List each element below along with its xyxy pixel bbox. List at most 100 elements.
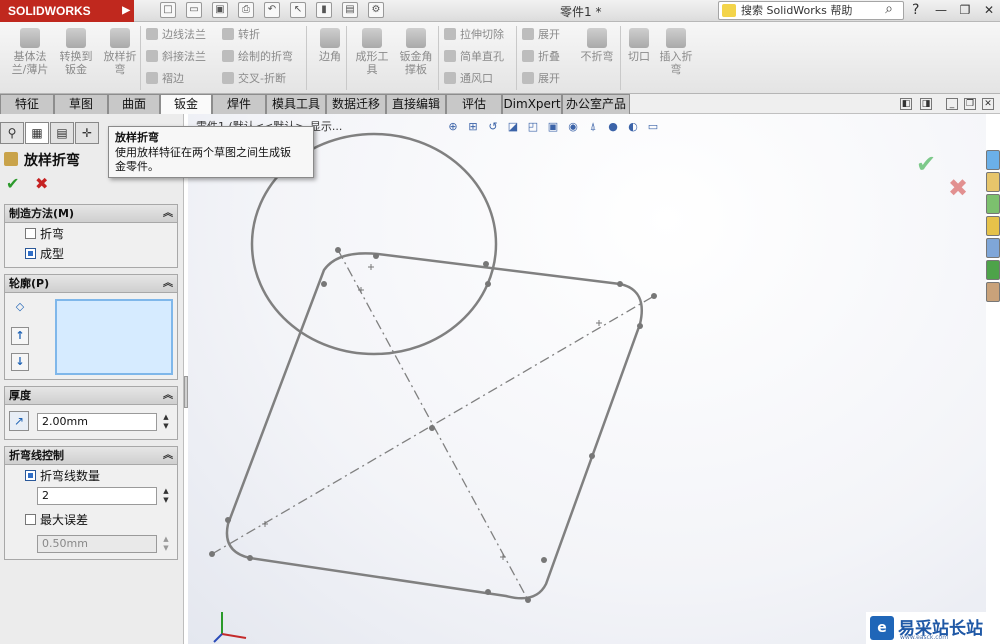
max-deviation-input[interactable]: 0.50mm xyxy=(37,535,157,553)
sketch-point[interactable] xyxy=(209,551,215,557)
tab-evaluate[interactable]: 评估 xyxy=(446,94,502,114)
fold-button[interactable]: 折叠 xyxy=(522,50,560,64)
save-icon[interactable]: ▣ xyxy=(212,2,228,18)
tab-mold-tools[interactable]: 模具工具 xyxy=(266,94,326,114)
rounded-square-profile[interactable] xyxy=(225,252,643,600)
corners-button[interactable]: 边角 xyxy=(312,28,348,63)
sketched-bend-button[interactable]: 绘制的折弯 xyxy=(222,50,293,64)
sketch-point[interactable] xyxy=(617,281,623,287)
tab-sheet-metal[interactable]: 钣金 xyxy=(160,94,212,114)
help-icon[interactable]: ? xyxy=(912,2,919,18)
option-bend-radio[interactable]: 折弯 xyxy=(25,227,64,241)
simple-hole-button[interactable]: 简单直孔 xyxy=(444,50,504,64)
rip-button[interactable]: 切口 xyxy=(624,28,654,63)
sketch-point[interactable] xyxy=(485,281,491,287)
convert-to-sheet-metal-button[interactable]: 转换到 钣金 xyxy=(54,28,98,76)
sketch-point[interactable] xyxy=(373,253,379,259)
bend-line-count-spinner-icon[interactable]: ▲ ▼ xyxy=(161,487,171,505)
tab-weldments[interactable]: 焊件 xyxy=(212,94,266,114)
resources-icon[interactable] xyxy=(986,150,1000,170)
logo-menu-arrow-icon[interactable]: ▶ xyxy=(122,0,130,22)
cancel-x-icon[interactable]: ✖ xyxy=(35,174,48,193)
design-library-icon[interactable] xyxy=(986,172,1000,192)
move-down-button[interactable]: ↓ xyxy=(11,353,29,371)
max-deviation-spinner-icon[interactable]: ▲ ▼ xyxy=(161,535,171,553)
sketch-point[interactable] xyxy=(637,323,643,329)
tab-office-products[interactable]: 办公室产品 xyxy=(562,94,630,114)
graphics-area[interactable]: 零件1 (默认<<默认>_显示... ⊕ ⊞ ↺ ◪ ◰ ▣ ◉ ⍋ ● ◐ ▭ xyxy=(188,114,986,644)
rebuild-icon[interactable]: ▮ xyxy=(316,2,332,18)
restore-icon[interactable]: ❐ xyxy=(956,2,974,18)
view-palette-icon[interactable] xyxy=(986,216,1000,236)
insert-bends-button[interactable]: 插入折 弯 xyxy=(656,28,696,76)
bend-line-control-header[interactable]: 折弯线控制 ︽ xyxy=(5,447,177,465)
max-deviation-checkbox[interactable]: 最大误差 xyxy=(25,513,88,527)
base-flange-button[interactable]: 基体法 兰/薄片 xyxy=(8,28,52,76)
extruded-cut-button[interactable]: 拉伸切除 xyxy=(444,28,504,42)
no-bends-button[interactable]: 不折弯 xyxy=(576,28,618,63)
file-explorer-icon[interactable] xyxy=(986,194,1000,214)
undo-icon[interactable]: ↶ xyxy=(264,2,280,18)
tab-dimxpert[interactable]: DimXpert xyxy=(502,94,562,114)
help-search-input[interactable]: 搜索 SolidWorks 帮助 ⌕ xyxy=(718,1,904,20)
centerline-2[interactable] xyxy=(211,295,655,555)
manufacturing-method-header[interactable]: 制造方法(M) ︽ xyxy=(5,205,177,223)
confirm-cancel-icon[interactable]: ✖ xyxy=(948,174,968,202)
tab-sketch[interactable]: 草图 xyxy=(54,94,108,114)
profiles-listbox[interactable] xyxy=(55,299,173,375)
sketch-point[interactable] xyxy=(483,261,489,267)
feature-tree-tab-icon[interactable]: ⚲ xyxy=(0,122,24,144)
print-icon[interactable]: ⎙ xyxy=(238,2,254,18)
forming-tool-button[interactable]: 成形工 具 xyxy=(350,28,394,76)
miter-flange-button[interactable]: 斜接法兰 xyxy=(146,50,206,64)
option-form-radio[interactable]: 成型 xyxy=(25,247,64,261)
hem-button[interactable]: 褶边 xyxy=(146,72,184,86)
sketch-point[interactable] xyxy=(541,557,547,563)
search-icon[interactable]: ⌕ xyxy=(885,1,893,18)
configuration-tab-icon[interactable]: ▤ xyxy=(50,122,74,144)
thickness-direction-icon[interactable]: ↗ xyxy=(9,411,29,431)
collapse-icon[interactable]: ︽ xyxy=(163,387,173,404)
tab-surfaces[interactable]: 曲面 xyxy=(108,94,160,114)
sketch-point[interactable] xyxy=(247,555,253,561)
tab-direct-editing[interactable]: 直接编辑 xyxy=(386,94,446,114)
sheet-metal-gusset-button[interactable]: 钣金角 撑板 xyxy=(394,28,438,76)
tab-data-migration[interactable]: 数据迁移 xyxy=(326,94,386,114)
collapse-icon[interactable]: ︽ xyxy=(163,447,173,464)
bend-line-count-checkbox[interactable]: 折弯线数量 xyxy=(25,469,100,483)
profiles-header[interactable]: 轮廓(P) ︽ xyxy=(5,275,177,293)
appearances-icon[interactable] xyxy=(986,238,1000,258)
collapse-icon[interactable]: ︽ xyxy=(163,275,173,292)
file-properties-icon[interactable]: ▤ xyxy=(342,2,358,18)
doc-close-icon[interactable]: ✕ xyxy=(982,98,994,110)
new-document-icon[interactable]: □ xyxy=(160,2,176,18)
property-manager-tab-icon[interactable]: ▦ xyxy=(25,122,49,144)
dimxpert-tab-icon[interactable]: ✛ xyxy=(75,122,99,144)
tile-left-icon[interactable]: ◧ xyxy=(900,98,912,110)
confirm-ok-icon[interactable]: ✔ xyxy=(916,150,936,178)
jog-button[interactable]: 转折 xyxy=(222,28,260,42)
select-icon[interactable]: ↖ xyxy=(290,2,306,18)
sketch-point[interactable] xyxy=(485,589,491,595)
tab-features[interactable]: 特征 xyxy=(0,94,54,114)
flatten-button[interactable]: 展开 xyxy=(522,72,560,86)
solidworks-logo[interactable]: SOLIDWORKS ▶ xyxy=(0,0,134,22)
cross-break-button[interactable]: 交叉-折断 xyxy=(222,72,286,86)
thickness-header[interactable]: 厚度 ︽ xyxy=(5,387,177,405)
unfold-button[interactable]: 展开 xyxy=(522,28,560,42)
tile-right-icon[interactable]: ◨ xyxy=(920,98,932,110)
sketch-point[interactable] xyxy=(321,281,327,287)
sketch-point[interactable] xyxy=(335,247,341,253)
edge-flange-button[interactable]: 边线法兰 xyxy=(146,28,206,42)
thickness-spinner-icon[interactable]: ▲ ▼ xyxy=(161,413,171,431)
vent-button[interactable]: 通风口 xyxy=(444,72,493,86)
sketch-point[interactable] xyxy=(651,293,657,299)
doc-restore-icon[interactable]: ❐ xyxy=(964,98,976,110)
minimize-icon[interactable]: — xyxy=(932,2,950,18)
options-icon[interactable]: ⚙ xyxy=(368,2,384,18)
thickness-input[interactable]: 2.00mm xyxy=(37,413,157,431)
move-up-button[interactable]: ↑ xyxy=(11,327,29,345)
open-icon[interactable]: ▭ xyxy=(186,2,202,18)
sketch-point[interactable] xyxy=(525,597,531,603)
bend-line-count-input[interactable]: 2 xyxy=(37,487,157,505)
